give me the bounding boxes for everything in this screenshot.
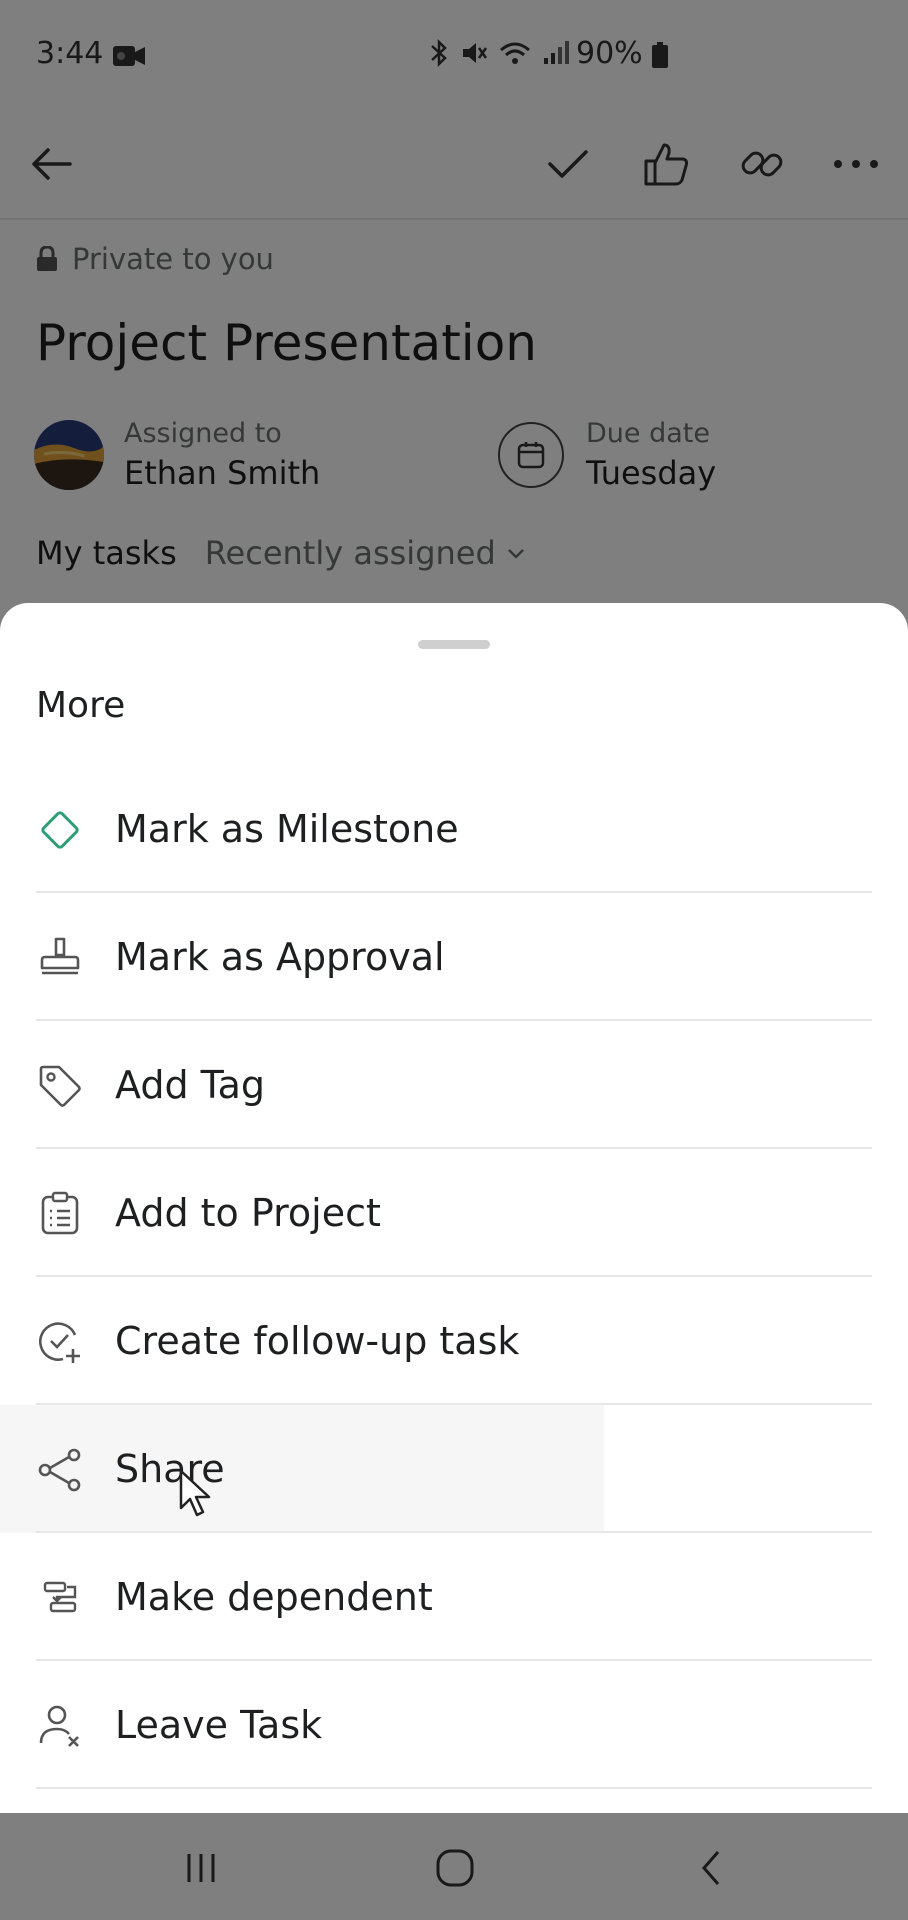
- due-date-button[interactable]: [498, 422, 564, 488]
- menu-item-leave-task[interactable]: Leave Task: [0, 1661, 908, 1789]
- more-dots-icon: [834, 160, 878, 168]
- more-actions-sheet: More Mark as Milestone Mark as Approval …: [0, 603, 908, 1813]
- menu-item-label: Create follow-up task: [115, 1319, 520, 1363]
- thumbs-up-icon: [644, 143, 689, 186]
- mute-icon: [463, 43, 488, 63]
- project-name[interactable]: My tasks: [36, 534, 177, 572]
- menu-item-create-follow-up-task[interactable]: Create follow-up task: [0, 1277, 908, 1405]
- menu-item-add-tag[interactable]: Add Tag: [0, 1021, 908, 1149]
- pressed-highlight: [0, 1405, 604, 1533]
- menu-item-label: Leave Task: [115, 1703, 323, 1747]
- menu-item-label: Mark as Milestone: [115, 807, 459, 851]
- copy-link-button[interactable]: [732, 134, 792, 194]
- sheet-title: More: [36, 685, 126, 726]
- dependency-icon: [36, 1575, 84, 1621]
- more-actions-menu: Mark as Milestone Mark as Approval Add T…: [0, 765, 908, 1789]
- video-camera-icon: [113, 46, 145, 66]
- complete-button[interactable]: [538, 134, 598, 194]
- menu-item-label: Add Tag: [115, 1063, 265, 1107]
- milestone-diamond-icon: [36, 807, 84, 853]
- assigned-label: Assigned to: [124, 418, 282, 449]
- clipboard-list-icon: [36, 1191, 84, 1237]
- status-bar: 3:44 90%: [0, 0, 908, 112]
- link-icon: [741, 151, 783, 177]
- system-nav-bar: [0, 1813, 908, 1920]
- menu-item-make-dependent[interactable]: Make dependent: [0, 1533, 908, 1661]
- due-date-label: Due date: [586, 418, 710, 449]
- menu-item-label: Make dependent: [115, 1575, 433, 1619]
- menu-item-label: Mark as Approval: [115, 935, 445, 979]
- approval-stamp-icon: [36, 935, 84, 981]
- menu-item-label: Add to Project: [115, 1191, 381, 1235]
- project-section-row: My tasks Recently assigned: [36, 534, 526, 572]
- signal-icon: [544, 41, 569, 64]
- task-title[interactable]: Project Presentation: [36, 314, 537, 372]
- wifi-icon: [500, 42, 530, 64]
- menu-item-share[interactable]: Share: [0, 1405, 908, 1533]
- due-date-value[interactable]: Tuesday: [586, 454, 716, 492]
- assignee-avatar[interactable]: [34, 420, 104, 490]
- sheet-drag-handle[interactable]: [418, 640, 490, 649]
- menu-item-mark-as-milestone[interactable]: Mark as Milestone: [0, 765, 908, 893]
- chevron-down-icon: [507, 549, 524, 559]
- assignee-name[interactable]: Ethan Smith: [124, 454, 320, 492]
- status-time: 3:44: [36, 36, 104, 71]
- mouse-pointer-icon: [179, 1469, 211, 1517]
- follow-up-check-icon: [36, 1319, 84, 1365]
- calendar-icon: [517, 442, 545, 469]
- task-toolbar: [0, 112, 908, 220]
- privacy-text: Private to you: [72, 242, 274, 276]
- tag-icon: [36, 1063, 84, 1109]
- menu-item-add-to-project[interactable]: Add to Project: [0, 1149, 908, 1277]
- like-button[interactable]: [636, 134, 696, 194]
- check-icon: [548, 150, 588, 178]
- more-options-button[interactable]: [826, 134, 886, 194]
- section-dropdown[interactable]: Recently assigned: [205, 534, 526, 572]
- battery-icon: [652, 42, 668, 68]
- menu-item-mark-as-approval[interactable]: Mark as Approval: [0, 893, 908, 1021]
- bluetooth-icon: [431, 38, 447, 68]
- nav-scrim: [0, 1813, 908, 1920]
- privacy-indicator: Private to you: [36, 242, 274, 276]
- lock-icon: [37, 246, 57, 271]
- section-name: Recently assigned: [204, 534, 496, 572]
- divider: [36, 1787, 872, 1789]
- back-button[interactable]: [22, 134, 82, 194]
- status-icons: [428, 38, 570, 68]
- share-icon: [36, 1447, 84, 1493]
- leave-user-icon: [36, 1703, 84, 1749]
- avatar-image: [34, 420, 104, 490]
- battery-percent: 90%: [576, 36, 643, 71]
- back-arrow-icon: [32, 148, 72, 180]
